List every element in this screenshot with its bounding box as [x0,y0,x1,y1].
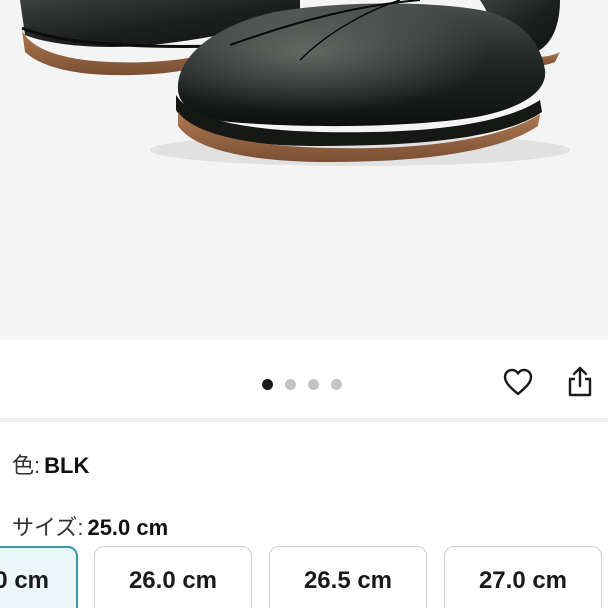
size-label: サイズ: [12,515,84,540]
size-chip-26-5[interactable]: 26.5 cm [269,546,427,608]
share-button[interactable] [560,362,600,402]
size-chip-label: 26.5 cm [303,567,393,594]
size-chip-27-0[interactable]: 27.0 cm [444,546,602,608]
size-chip-26-0[interactable]: 26.0 cm [94,546,252,608]
color-value: BLK [44,453,90,478]
color-option: 色: BLK [12,448,89,480]
size-chip-label: 27.0 cm [478,567,568,594]
image-controls [0,340,608,420]
product-detail-page: 色:BLK サイズ:25.0 cm 0 cm 26.0 cm 26.5 cm 2… [0,0,608,608]
like-button[interactable] [498,362,538,402]
carousel-dot-3[interactable] [308,379,319,390]
share-icon [568,366,592,397]
color-label: 色: [12,453,41,478]
size-chip-label: 26.0 cm [128,567,218,594]
heart-icon [503,368,533,396]
size-option: サイズ: 25.0 cm [12,510,168,542]
section-divider [0,418,608,422]
carousel-dot-4[interactable] [331,379,342,390]
carousel-dot-1[interactable] [262,379,273,390]
size-chip-label: 0 cm [0,567,49,594]
product-image[interactable] [0,0,608,340]
carousel-dots [262,379,342,390]
shoe-photo [0,0,608,340]
size-value: 25.0 cm [87,515,169,540]
carousel-dot-2[interactable] [285,379,296,390]
size-chip-selected[interactable]: 0 cm [0,546,78,608]
